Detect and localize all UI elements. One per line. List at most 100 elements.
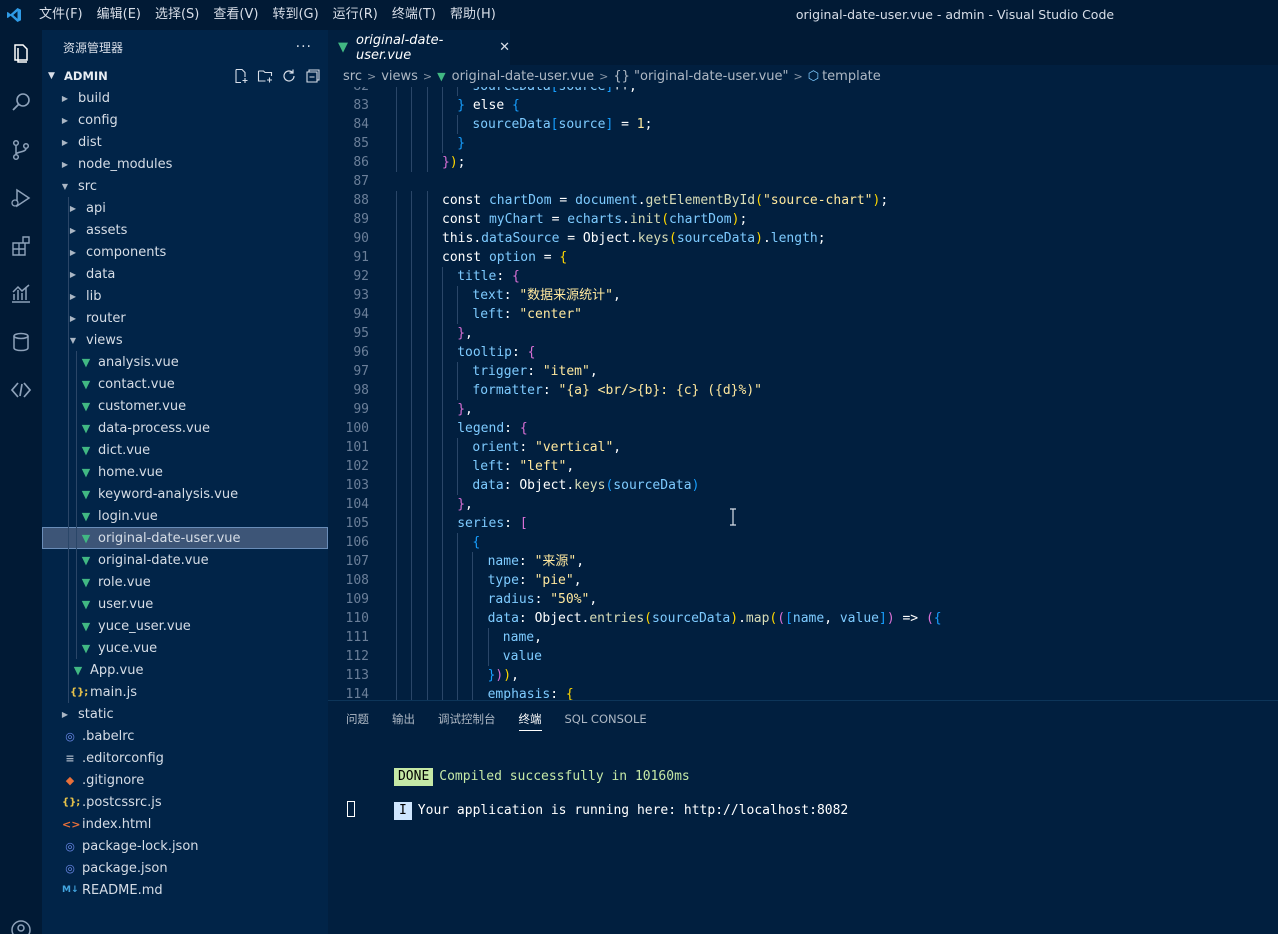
tree-folder[interactable]: ▶ static bbox=[42, 703, 328, 725]
line-number: 108 bbox=[345, 573, 369, 588]
source-control-icon[interactable] bbox=[0, 130, 42, 170]
panel-tab[interactable]: 问题 bbox=[346, 707, 369, 731]
code-line: 102 left: "left", bbox=[328, 457, 1278, 476]
info-message: Your application is running here: http:/… bbox=[417, 803, 849, 818]
code-token: length bbox=[770, 231, 818, 246]
database-icon[interactable] bbox=[0, 322, 42, 362]
tree-folder[interactable]: ▶ api bbox=[42, 197, 328, 219]
workspace-section[interactable]: ▼ ADMIN bbox=[42, 65, 328, 87]
tree-file[interactable]: ▼ analysis.vue bbox=[42, 351, 328, 373]
panel-tab[interactable]: 输出 bbox=[392, 707, 415, 731]
tree-folder[interactable]: ▶ assets bbox=[42, 219, 328, 241]
tree-file[interactable]: ▼ yuce_user.vue bbox=[42, 615, 328, 637]
code-line: 109 radius: "50%", bbox=[328, 590, 1278, 609]
tree-file[interactable]: M↓ README.md bbox=[42, 879, 328, 901]
indent-guide bbox=[68, 461, 69, 483]
tree-file[interactable]: ▼ yuce.vue bbox=[42, 637, 328, 659]
new-folder-icon[interactable] bbox=[256, 67, 274, 85]
tree-file[interactable]: ◆ .gitignore bbox=[42, 769, 328, 791]
tree-file[interactable]: ◎ package.json bbox=[42, 857, 328, 879]
account-icon[interactable] bbox=[0, 910, 42, 934]
line-number: 88 bbox=[353, 193, 369, 208]
code-line: 94 left: "center" bbox=[328, 305, 1278, 324]
indent-guide bbox=[442, 381, 443, 400]
code-token: ; bbox=[739, 212, 748, 227]
menu-item[interactable]: 帮助(H) bbox=[443, 0, 503, 30]
menu-item[interactable]: 运行(R) bbox=[326, 0, 385, 30]
tree-label: assets bbox=[86, 222, 128, 238]
collapse-all-icon[interactable] bbox=[304, 67, 322, 85]
tree-file[interactable]: ▼ customer.vue bbox=[42, 395, 328, 417]
indent-guide bbox=[457, 609, 458, 628]
vue-file-icon: ▼ bbox=[81, 465, 91, 479]
panel-tab[interactable]: 终端 bbox=[518, 707, 542, 731]
refresh-icon[interactable] bbox=[280, 67, 298, 85]
breadcrumb-item[interactable]: views bbox=[381, 69, 418, 84]
chevron-right-icon: ▶ bbox=[61, 137, 69, 147]
chart-icon[interactable] bbox=[0, 274, 42, 314]
panel-tab[interactable]: 调试控制台 bbox=[438, 707, 496, 731]
code-token: document bbox=[575, 193, 638, 208]
indent-guide bbox=[427, 590, 428, 609]
search-icon[interactable] bbox=[0, 82, 42, 122]
indent-guide bbox=[411, 210, 412, 229]
breadcrumb-item[interactable]: template bbox=[822, 69, 881, 84]
tree-label: package-lock.json bbox=[82, 838, 199, 854]
new-file-icon[interactable] bbox=[232, 67, 250, 85]
indent-guide bbox=[457, 115, 458, 134]
tree-file[interactable]: ▼ original-date-user.vue bbox=[42, 527, 328, 549]
editor-tab[interactable]: ▼ original-date-user.vue ✕ bbox=[328, 30, 510, 65]
indent-guide bbox=[427, 286, 428, 305]
more-actions-icon[interactable]: ··· bbox=[296, 39, 312, 55]
tree-folder[interactable]: ▶ router bbox=[42, 307, 328, 329]
indent-guide bbox=[427, 134, 428, 153]
breadcrumb-item[interactable]: {} "original-date-user.vue" bbox=[613, 69, 788, 84]
tree-file[interactable]: {}; main.js bbox=[42, 681, 328, 703]
tree-file[interactable]: ≡ .editorconfig bbox=[42, 747, 328, 769]
extensions-icon[interactable] bbox=[0, 226, 42, 266]
tree-file[interactable]: ▼ home.vue bbox=[42, 461, 328, 483]
terminal-cursor[interactable] bbox=[347, 801, 355, 817]
panel-tab[interactable]: SQL CONSOLE bbox=[565, 707, 647, 731]
indent-guide bbox=[427, 571, 428, 590]
tree-file[interactable]: ▼ original-date.vue bbox=[42, 549, 328, 571]
menu-item[interactable]: 文件(F) bbox=[32, 0, 90, 30]
tree-file[interactable]: {}; .postcssrc.js bbox=[42, 791, 328, 813]
tree-folder[interactable]: ▶ data bbox=[42, 263, 328, 285]
tree-folder[interactable]: ▶ config bbox=[42, 109, 328, 131]
breadcrumb-separator-icon: > bbox=[366, 69, 377, 83]
indent-guide bbox=[457, 571, 458, 590]
tree-folder[interactable]: ▶ components bbox=[42, 241, 328, 263]
tree-folder[interactable]: ▶ dist bbox=[42, 131, 328, 153]
menu-item[interactable]: 选择(S) bbox=[148, 0, 206, 30]
tree-file[interactable]: ◎ .babelrc bbox=[42, 725, 328, 747]
tree-folder[interactable]: ▼ views bbox=[42, 329, 328, 351]
tree-folder[interactable]: ▶ lib bbox=[42, 285, 328, 307]
tree-file[interactable]: ▼ login.vue bbox=[42, 505, 328, 527]
menu-item[interactable]: 编辑(E) bbox=[90, 0, 148, 30]
tree-file[interactable]: <> index.html bbox=[42, 813, 328, 835]
code-editor[interactable]: 82sourceData[source]++;83} else {84sourc… bbox=[328, 87, 1278, 727]
breadcrumb-item[interactable]: src bbox=[343, 69, 362, 84]
tree-file[interactable]: ▼ user.vue bbox=[42, 593, 328, 615]
tree-folder[interactable]: ▼ src bbox=[42, 175, 328, 197]
tree-folder[interactable]: ▶ build bbox=[42, 87, 328, 109]
menu-item[interactable]: 终端(T) bbox=[385, 0, 443, 30]
close-icon[interactable]: ✕ bbox=[499, 40, 510, 55]
menu-item[interactable]: 查看(V) bbox=[206, 0, 265, 30]
tree-file[interactable]: ◎ package-lock.json bbox=[42, 835, 328, 857]
tree-folder[interactable]: ▶ node_modules bbox=[42, 153, 328, 175]
tree-file[interactable]: ▼ contact.vue bbox=[42, 373, 328, 395]
explorer-icon[interactable] bbox=[0, 34, 42, 74]
tree-file[interactable]: ▼ role.vue bbox=[42, 571, 328, 593]
run-debug-icon[interactable] bbox=[0, 178, 42, 218]
tree-label: lib bbox=[86, 288, 102, 304]
tree-file[interactable]: ▼ keyword-analysis.vue bbox=[42, 483, 328, 505]
indent-guide bbox=[442, 267, 443, 286]
tree-file[interactable]: ▼ App.vue bbox=[42, 659, 328, 681]
breadcrumb-item[interactable]: original-date-user.vue bbox=[452, 69, 595, 84]
menu-item[interactable]: 转到(G) bbox=[265, 0, 325, 30]
tree-file[interactable]: ▼ dict.vue bbox=[42, 439, 328, 461]
remote-icon[interactable] bbox=[0, 370, 42, 410]
tree-file[interactable]: ▼ data-process.vue bbox=[42, 417, 328, 439]
